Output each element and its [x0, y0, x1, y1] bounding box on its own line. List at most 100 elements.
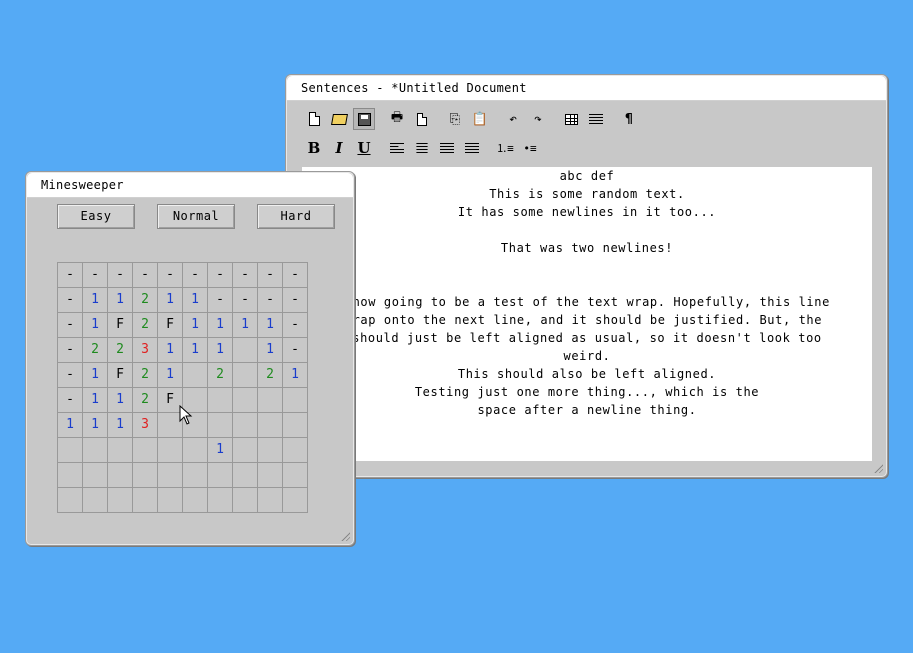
board-cell[interactable]: 1: [108, 288, 133, 313]
board-cell[interactable]: 1: [158, 288, 183, 313]
board-cell[interactable]: 1: [108, 388, 133, 413]
board-cell[interactable]: -: [108, 263, 133, 288]
board-cell[interactable]: F: [158, 313, 183, 338]
board-cell[interactable]: -: [283, 263, 308, 288]
open-folder-icon[interactable]: [328, 108, 350, 130]
board-cell[interactable]: 1: [233, 313, 258, 338]
board-cell[interactable]: 1: [283, 363, 308, 388]
board-cell[interactable]: 3: [133, 338, 158, 363]
board-cell[interactable]: 1: [258, 338, 283, 363]
align-left-icon[interactable]: [386, 137, 408, 159]
board-cell[interactable]: [233, 338, 258, 363]
board-cell[interactable]: [208, 388, 233, 413]
board-cell[interactable]: 1: [208, 338, 233, 363]
board-cell[interactable]: -: [58, 363, 83, 388]
document-area[interactable]: abc def This is some random text. It has…: [302, 167, 872, 461]
board-cell[interactable]: 1: [158, 363, 183, 388]
board-cell[interactable]: [158, 463, 183, 488]
board-cell[interactable]: [108, 488, 133, 513]
board-cell[interactable]: [283, 488, 308, 513]
board-cell[interactable]: 2: [208, 363, 233, 388]
pilcrow-icon[interactable]: ¶: [618, 108, 640, 130]
board-cell[interactable]: [233, 463, 258, 488]
board-cell[interactable]: F: [108, 363, 133, 388]
hard-button[interactable]: Hard: [257, 204, 335, 229]
print-preview-icon[interactable]: [411, 108, 433, 130]
board-cell[interactable]: -: [233, 263, 258, 288]
copy-icon[interactable]: ⎘: [444, 108, 466, 130]
undo-icon[interactable]: ↶: [502, 108, 524, 130]
board-cell[interactable]: [58, 463, 83, 488]
board-cell[interactable]: -: [58, 388, 83, 413]
board-cell[interactable]: [283, 388, 308, 413]
board-cell[interactable]: -: [283, 313, 308, 338]
align-justify-icon[interactable]: [461, 137, 483, 159]
board-cell[interactable]: [58, 438, 83, 463]
board-cell[interactable]: [258, 463, 283, 488]
normal-button[interactable]: Normal: [157, 204, 235, 229]
board-cell[interactable]: 2: [83, 338, 108, 363]
save-icon[interactable]: [353, 108, 375, 130]
align-center-icon[interactable]: [411, 137, 433, 159]
board-cell[interactable]: 1: [83, 363, 108, 388]
board-cell[interactable]: [283, 438, 308, 463]
board-cell[interactable]: [258, 438, 283, 463]
board-cell[interactable]: [208, 413, 233, 438]
board-cell[interactable]: 2: [108, 338, 133, 363]
board-cell[interactable]: [283, 413, 308, 438]
board-cell[interactable]: [83, 488, 108, 513]
board-cell[interactable]: -: [58, 288, 83, 313]
board-cell[interactable]: [208, 488, 233, 513]
board-cell[interactable]: 3: [133, 413, 158, 438]
board-cell[interactable]: 1: [83, 288, 108, 313]
board-cell[interactable]: [83, 463, 108, 488]
board-cell[interactable]: 1: [258, 313, 283, 338]
board-cell[interactable]: [133, 438, 158, 463]
board-cell[interactable]: [233, 388, 258, 413]
board-cell[interactable]: 1: [83, 313, 108, 338]
board-cell[interactable]: -: [258, 288, 283, 313]
board-cell[interactable]: -: [258, 263, 283, 288]
board-cell[interactable]: -: [208, 263, 233, 288]
board-cell[interactable]: [233, 488, 258, 513]
board-cell[interactable]: 1: [158, 338, 183, 363]
paste-icon[interactable]: 📋: [469, 108, 491, 130]
bold-button[interactable]: B: [303, 137, 325, 159]
board-cell[interactable]: [183, 438, 208, 463]
board-cell[interactable]: [258, 488, 283, 513]
board-cell[interactable]: 2: [258, 363, 283, 388]
board-cell[interactable]: 1: [183, 338, 208, 363]
board-cell[interactable]: [258, 413, 283, 438]
resize-grip-icon[interactable]: [340, 531, 350, 541]
easy-button[interactable]: Easy: [57, 204, 135, 229]
board-cell[interactable]: 1: [108, 413, 133, 438]
print-icon[interactable]: 🖶: [386, 108, 408, 130]
board-cell[interactable]: -: [233, 288, 258, 313]
board-cell[interactable]: [158, 488, 183, 513]
redo-icon[interactable]: ↷: [527, 108, 549, 130]
board-cell[interactable]: 1: [83, 413, 108, 438]
board-cell[interactable]: 1: [83, 388, 108, 413]
board-cell[interactable]: -: [158, 263, 183, 288]
board-cell[interactable]: 1: [208, 313, 233, 338]
board-cell[interactable]: 1: [208, 438, 233, 463]
board-cell[interactable]: [183, 363, 208, 388]
board-cell[interactable]: [183, 488, 208, 513]
board-cell[interactable]: 1: [183, 313, 208, 338]
board-cell[interactable]: -: [283, 288, 308, 313]
board-cell[interactable]: -: [133, 263, 158, 288]
board-cell[interactable]: [283, 463, 308, 488]
board-cell[interactable]: [83, 438, 108, 463]
numbered-list-icon[interactable]: ⒈≡: [494, 137, 516, 159]
board-cell[interactable]: [108, 438, 133, 463]
board-cell[interactable]: -: [58, 263, 83, 288]
board-cell[interactable]: [233, 363, 258, 388]
board-cell[interactable]: -: [183, 263, 208, 288]
board-cell[interactable]: [183, 463, 208, 488]
board-cell[interactable]: 1: [183, 288, 208, 313]
board-cell[interactable]: -: [58, 338, 83, 363]
new-document-icon[interactable]: [303, 108, 325, 130]
board-cell[interactable]: [233, 413, 258, 438]
board-cell[interactable]: 2: [133, 363, 158, 388]
resize-grip-icon[interactable]: [873, 463, 883, 473]
